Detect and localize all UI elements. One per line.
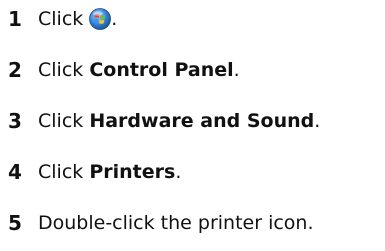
step-instruction: Double-click the printer icon.	[38, 212, 314, 234]
step-period: .	[314, 110, 321, 132]
step-instruction: Click Control Panel.	[38, 59, 240, 81]
step-instruction: Click Printers.	[38, 161, 181, 183]
step-instruction: Click Hardware and Sound.	[38, 110, 320, 132]
step-target: Printers	[89, 161, 176, 183]
step-verb: Click	[38, 110, 84, 132]
step-5: 5 Double-click the printer icon.	[8, 208, 314, 238]
step-number: 2	[8, 58, 22, 82]
step-verb: Click	[38, 8, 84, 30]
step-period: .	[175, 161, 182, 183]
step-instruction: Click .	[38, 8, 117, 30]
step-period: .	[233, 59, 240, 81]
step-3: 3 Click Hardware and Sound.	[8, 106, 320, 136]
step-target: Control Panel	[89, 59, 234, 81]
step-number: 5	[8, 211, 22, 235]
step-number: 3	[8, 109, 22, 133]
step-number: 1	[8, 7, 22, 31]
step-1: 1 Click .	[8, 4, 117, 34]
windows-start-orb-icon	[89, 8, 112, 30]
step-target: Hardware and Sound	[89, 110, 315, 132]
step-verb: Click	[38, 161, 84, 183]
step-period: .	[111, 8, 118, 30]
step-number: 4	[8, 160, 22, 184]
step-verb: Click	[38, 59, 84, 81]
step-4: 4 Click Printers.	[8, 157, 181, 187]
step-2: 2 Click Control Panel.	[8, 55, 240, 85]
